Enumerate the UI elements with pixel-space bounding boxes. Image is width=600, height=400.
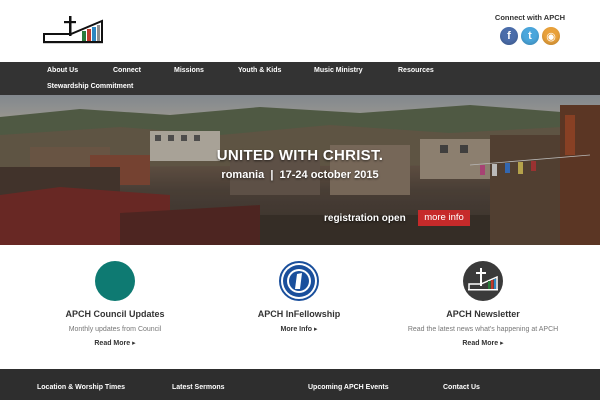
nav-item-youth-kids[interactable]: Youth & Kids <box>238 67 281 74</box>
footer-location-worship[interactable]: Location & Worship Times <box>37 384 125 391</box>
council-updates-icon[interactable] <box>95 261 135 301</box>
infellowship-icon-graphic <box>283 265 315 297</box>
facebook-icon[interactable]: f <box>500 27 518 45</box>
infellowship-icon[interactable] <box>279 261 319 301</box>
hero-banner[interactable]: UNITED WITH CHRIST. romania | 17-24 octo… <box>0 95 600 245</box>
newsletter-icon-graphic <box>468 268 498 291</box>
feature-desc: Monthly updates from Council <box>68 326 162 333</box>
hero-title: UNITED WITH CHRIST. <box>216 147 384 164</box>
church-logo[interactable] <box>42 15 104 45</box>
feature-title[interactable]: APCH InFellowship <box>199 309 399 319</box>
nav-item-about-us[interactable]: About Us <box>47 67 78 74</box>
footer-upcoming-events[interactable]: Upcoming APCH Events <box>308 384 389 391</box>
rss-icon[interactable]: ◉ <box>542 27 560 45</box>
feature-title[interactable]: APCH Newsletter <box>383 309 583 319</box>
feature-newsletter: APCH Newsletter Read the latest news wha… <box>383 261 583 347</box>
footer-latest-sermons[interactable]: Latest Sermons <box>172 384 225 391</box>
more-info-link[interactable]: More Info ▸ <box>199 325 399 333</box>
read-more-link[interactable]: Read More ▸ <box>383 339 583 347</box>
site-header: Connect with APCH f t ◉ <box>0 0 600 62</box>
feature-desc: Read the latest news what's happening at… <box>407 326 559 333</box>
footer-contact-us[interactable]: Contact Us <box>443 384 480 391</box>
feature-title[interactable]: APCH Council Updates <box>15 309 215 319</box>
nav-item-resources[interactable]: Resources <box>398 67 434 74</box>
main-nav: About Us Connect Missions Youth & Kids M… <box>0 62 600 95</box>
connect-title: Connect with APCH <box>494 13 566 22</box>
features-section: APCH Council Updates Monthly updates fro… <box>0 245 600 369</box>
site-footer: Location & Worship Times Latest Sermons … <box>0 369 600 400</box>
nav-item-missions[interactable]: Missions <box>174 67 204 74</box>
church-logo-graphic <box>43 16 103 44</box>
social-links: f t ◉ <box>490 27 570 45</box>
nav-item-connect[interactable]: Connect <box>113 67 141 74</box>
registration-text: registration open <box>324 213 406 224</box>
feature-council-updates: APCH Council Updates Monthly updates fro… <box>15 261 215 347</box>
newsletter-icon[interactable] <box>463 261 503 301</box>
hero-subtitle: romania | 17-24 october 2015 <box>221 169 379 181</box>
feature-infellowship: APCH InFellowship More Info ▸ <box>199 261 399 333</box>
read-more-link[interactable]: Read More ▸ <box>15 339 215 347</box>
twitter-icon[interactable]: t <box>521 27 539 45</box>
more-info-button[interactable]: more info <box>418 210 470 226</box>
connect-section: Connect with APCH f t ◉ <box>490 13 570 45</box>
nav-item-music-ministry[interactable]: Music Ministry <box>314 67 363 74</box>
nav-item-stewardship[interactable]: Stewardship Commitment <box>47 83 133 90</box>
